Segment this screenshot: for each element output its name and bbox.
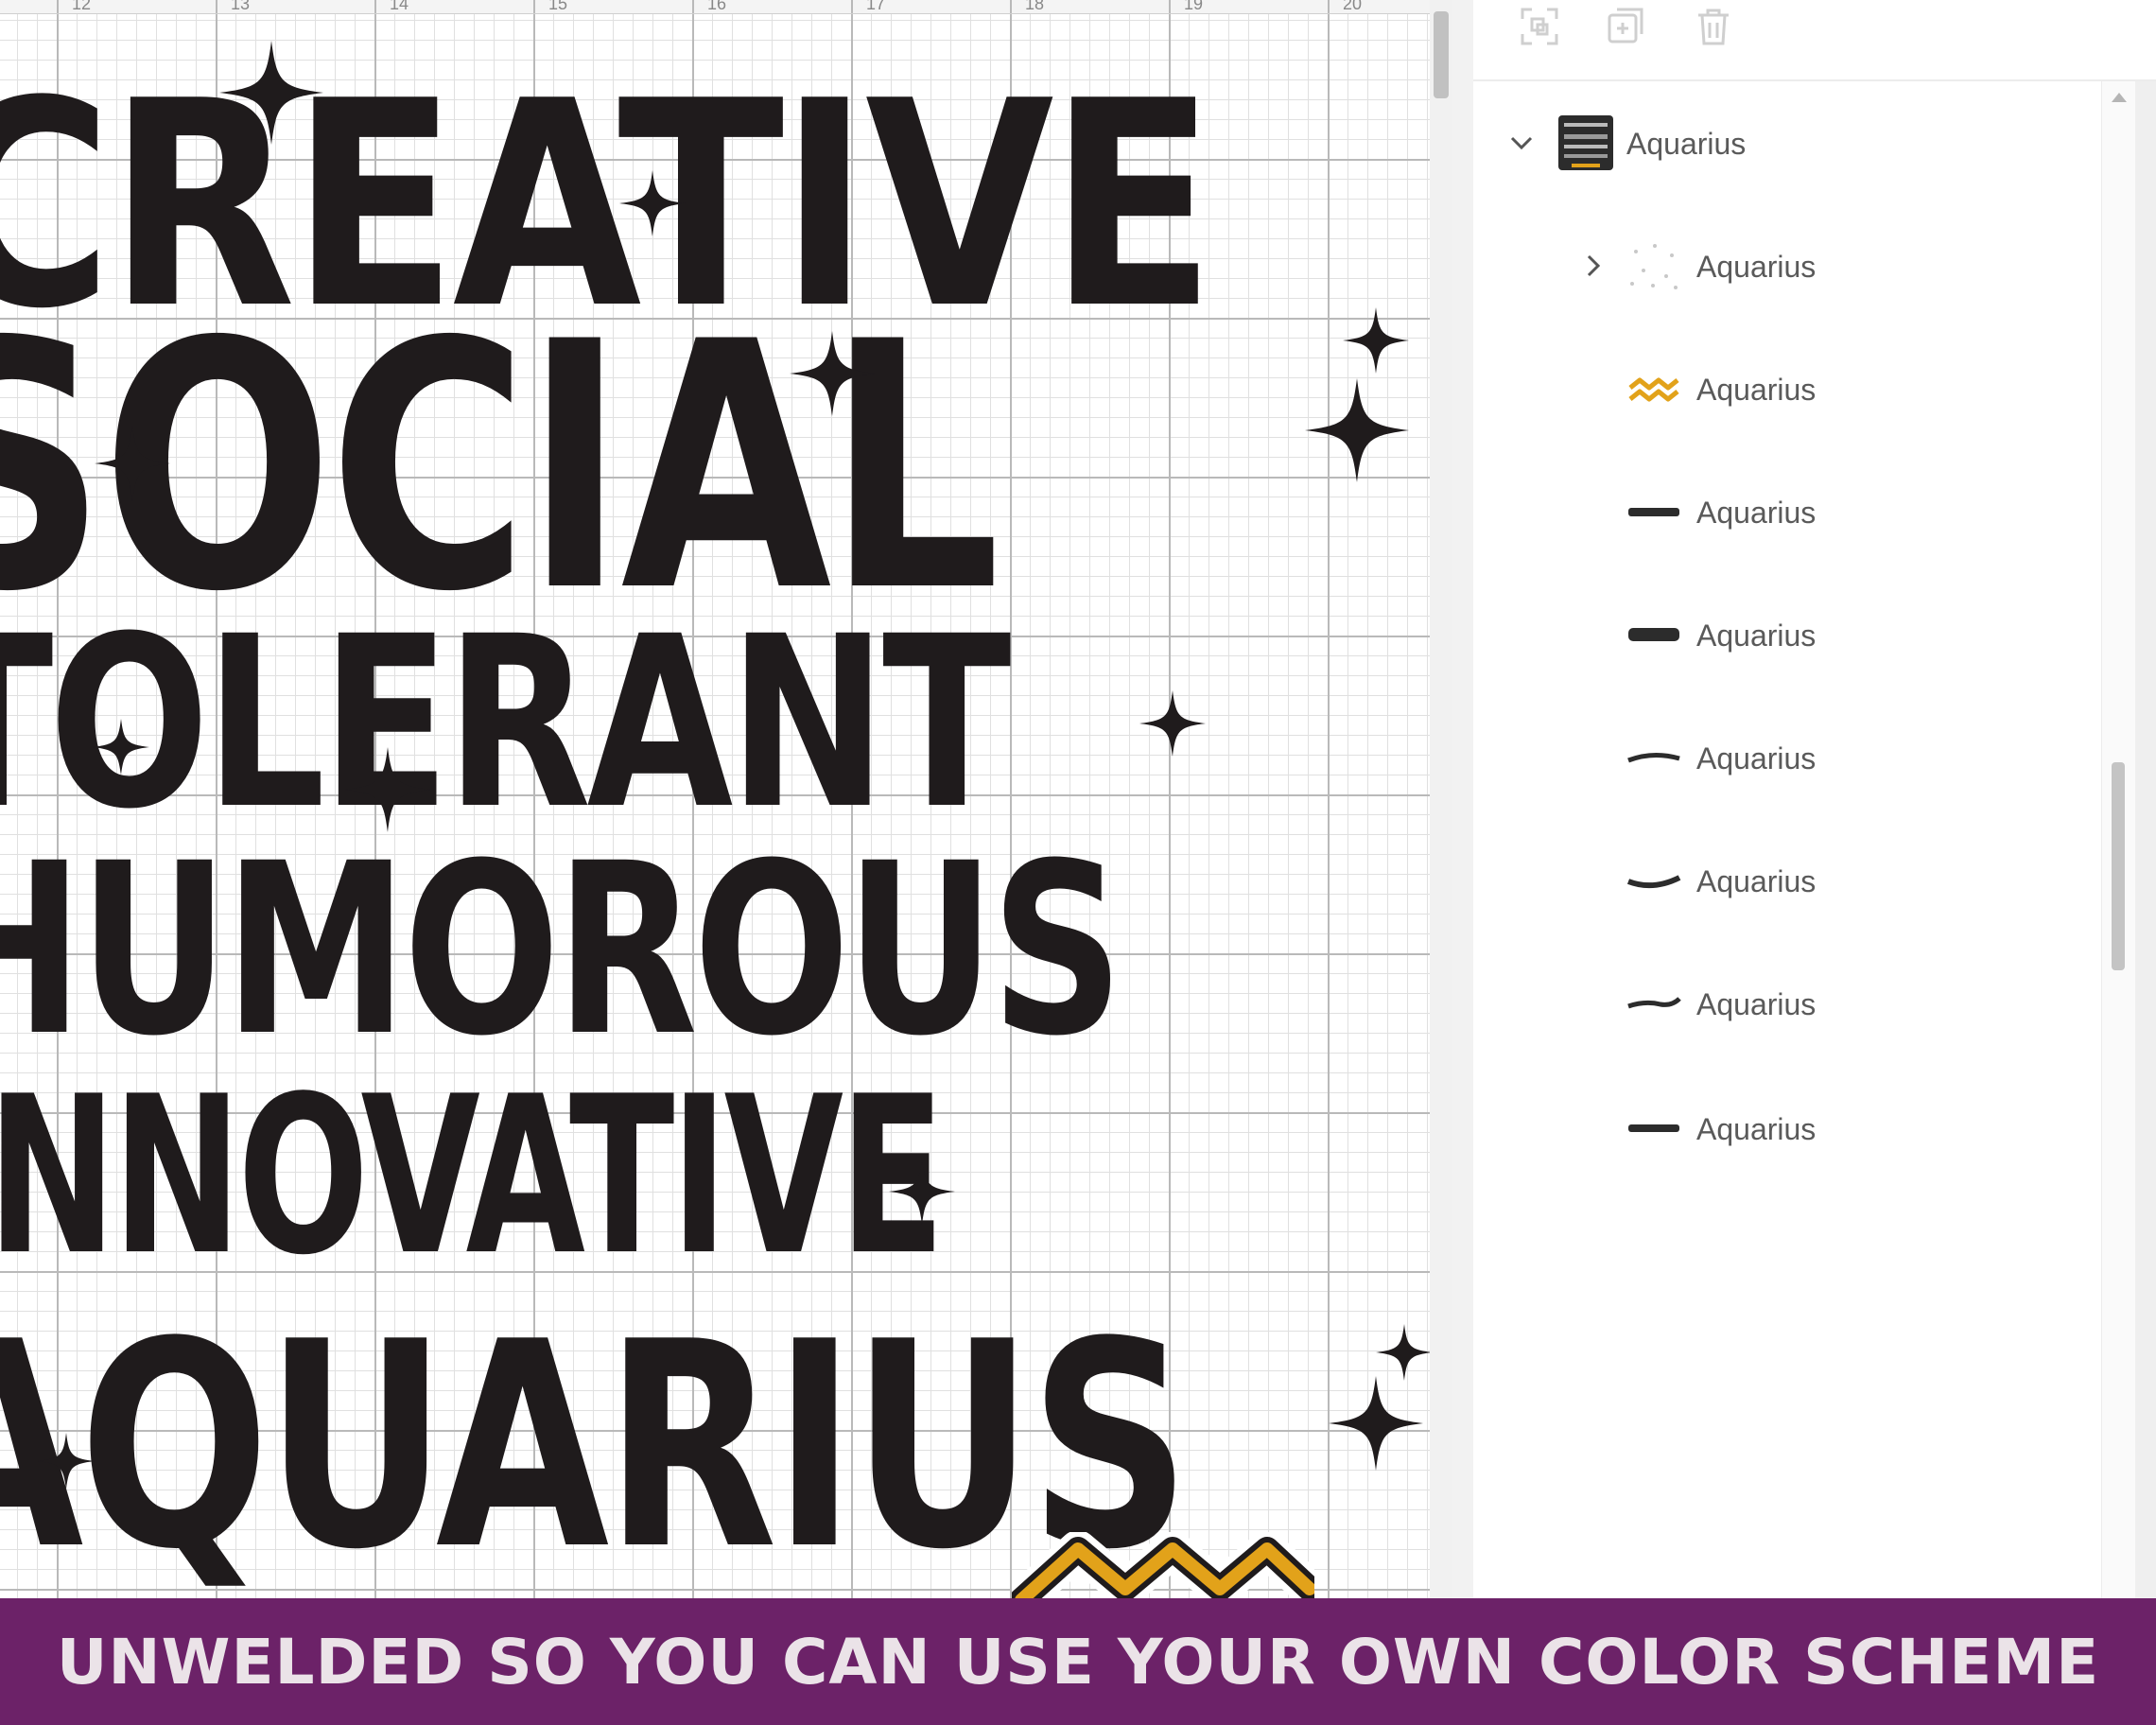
layer-label: Aquarius xyxy=(1696,250,1817,284)
layer-thumbnail-aquarius-word-icon xyxy=(1628,1124,1679,1132)
scroll-up-arrow-icon[interactable] xyxy=(2112,93,2127,102)
ruler-tick-label: 16 xyxy=(707,0,727,13)
layer-thumbnail-social-icon xyxy=(1628,628,1679,641)
layer-row[interactable]: Aquarius xyxy=(1473,469,2101,554)
delete-icon[interactable] xyxy=(1693,6,1734,47)
layers-list: Aquarius Aquarius Aquarius Aquarius Aqua… xyxy=(1473,81,2101,1598)
layer-label: Aquarius xyxy=(1696,373,1817,407)
layer-row[interactable]: Aquarius xyxy=(1473,346,2101,431)
ruler-tick xyxy=(1010,0,1012,13)
ruler-tick-label: 13 xyxy=(231,0,251,13)
layer-thumbnail-innovative-icon xyxy=(1627,753,1680,763)
ruler-tick-label: 18 xyxy=(1025,0,1045,13)
layer-row[interactable]: Aquarius xyxy=(1473,1086,2101,1171)
layer-row[interactable]: Aquarius xyxy=(1473,838,2101,923)
layers-toolbar xyxy=(1473,0,2156,81)
layers-scrollbar-thumb[interactable] xyxy=(2112,762,2125,970)
word-humorous[interactable]: HUMOROUS xyxy=(0,832,1123,1069)
layer-group-row[interactable]: Aquarius xyxy=(1473,100,2101,185)
layer-row[interactable]: Aquarius xyxy=(1473,223,2101,308)
ruler-tick-label: 14 xyxy=(390,0,409,13)
ruler-tick xyxy=(1169,0,1171,13)
sparkle-icon xyxy=(38,1433,95,1490)
layer-thumbnail-creative-icon xyxy=(1628,508,1679,516)
sparkle-icon xyxy=(889,1159,955,1225)
ruler-tick xyxy=(216,0,217,13)
sparkle-icon xyxy=(1139,690,1206,757)
promo-banner: UNWELDED SO YOU CAN USE YOUR OWN COLOR S… xyxy=(0,1598,2156,1725)
ruler-tick xyxy=(851,0,853,13)
layer-row[interactable]: Aquarius xyxy=(1473,961,2101,1046)
sparkle-icon xyxy=(95,426,170,501)
word-aquarius[interactable]: AQUARIUS xyxy=(0,1305,1191,1589)
ruler-tick-label: 19 xyxy=(1184,0,1204,13)
word-tolerant[interactable]: TOLERANT xyxy=(0,605,1012,842)
ruler-tick xyxy=(1328,0,1330,13)
layer-thumbnail-humorous-icon xyxy=(1626,875,1681,889)
layer-thumbnail-group-icon xyxy=(1558,115,1613,170)
sparkle-icon xyxy=(1329,1376,1423,1471)
canvas-scrollbar[interactable] xyxy=(1430,0,1452,1598)
ruler-tick xyxy=(692,0,694,13)
aquarius-symbol-icon[interactable] xyxy=(1012,1532,1314,1598)
layer-label: Aquarius xyxy=(1696,987,1817,1021)
group-icon[interactable] xyxy=(1519,6,1560,47)
top-ruler: 12 13 14 15 16 17 18 19 20 xyxy=(0,0,1430,14)
layer-label: Aquarius xyxy=(1626,127,1747,161)
panel-edge xyxy=(2135,81,2156,1598)
sparkle-icon xyxy=(1305,378,1409,482)
layer-label: Aquarius xyxy=(1696,1112,1817,1146)
layers-panel: Aquarius Aquarius Aquarius Aquarius Aqua… xyxy=(1473,0,2156,1598)
canvas-scrollbar-thumb[interactable] xyxy=(1434,11,1449,98)
ruler-tick-label: 15 xyxy=(548,0,568,13)
design-canvas[interactable]: 12 13 14 15 16 17 18 19 20 CREATIVE SOCI… xyxy=(0,0,1430,1598)
layer-label: Aquarius xyxy=(1696,496,1817,530)
layer-thumbnail-tolerant-icon xyxy=(1627,997,1681,1009)
sparkle-icon xyxy=(93,719,149,775)
ruler-tick-label: 20 xyxy=(1343,0,1363,13)
layer-row[interactable]: Aquarius xyxy=(1473,715,2101,800)
word-innovative[interactable]: INNOVATIVE xyxy=(0,1069,945,1286)
layer-label: Aquarius xyxy=(1696,864,1817,898)
ruler-tick-label: 12 xyxy=(72,0,92,13)
sparkle-icon xyxy=(345,747,430,832)
chevron-down-icon[interactable] xyxy=(1507,129,1536,157)
panel-divider xyxy=(1452,0,1473,1598)
layer-row[interactable]: Aquarius xyxy=(1473,592,2101,677)
ruler-tick-label: 17 xyxy=(866,0,886,13)
layer-label: Aquarius xyxy=(1696,619,1817,653)
layer-thumbnail-stars-icon xyxy=(1630,244,1678,289)
layer-label: Aquarius xyxy=(1696,741,1817,775)
layers-scrollbar[interactable] xyxy=(2101,81,2136,1598)
chevron-right-icon[interactable] xyxy=(1579,252,1608,280)
duplicate-icon[interactable] xyxy=(1606,6,1647,47)
sparkle-icon xyxy=(619,170,686,236)
sparkle-icon xyxy=(790,331,875,416)
sparkle-icon xyxy=(219,41,323,145)
layer-thumbnail-aquarius-symbol-icon xyxy=(1628,377,1679,402)
ruler-tick xyxy=(374,0,376,13)
banner-text: UNWELDED SO YOU CAN USE YOUR OWN COLOR S… xyxy=(56,1625,2100,1699)
ruler-tick xyxy=(57,0,59,13)
ruler-tick xyxy=(533,0,535,13)
